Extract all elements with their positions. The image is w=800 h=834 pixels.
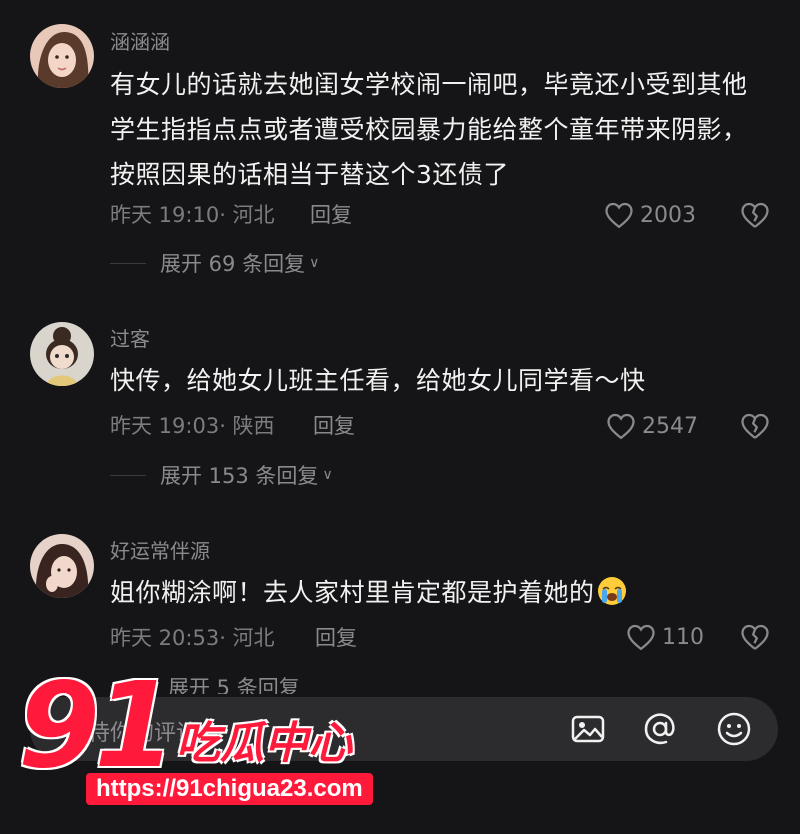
like-count: 2547 <box>642 413 698 439</box>
reply-button[interactable]: 回复 <box>315 625 357 651</box>
like-button[interactable]: 2003 <box>604 200 696 230</box>
broken-heart-icon[interactable] <box>740 622 770 652</box>
username[interactable]: 好运常伴源 <box>110 539 210 563</box>
comment-meta: 昨天 20:53· 河北 <box>110 625 275 651</box>
watermark-url: https://91chigua23.com <box>86 773 373 805</box>
divider <box>110 262 146 264</box>
avatar[interactable] <box>30 322 94 386</box>
avatar[interactable] <box>30 24 94 88</box>
comment-text-body: 姐你糊涂啊！去人家村里肯定都是护着她的 <box>110 578 595 607</box>
chevron-down-icon: ∨ <box>309 255 320 271</box>
broken-heart-icon[interactable] <box>740 411 770 441</box>
username[interactable]: 涵涵涵 <box>110 30 170 54</box>
comment-text: 有女儿的话就去她闺女学校闹一闹吧，毕竟还小受到其他学生指指点点或者遭受校园暴力能… <box>110 70 748 189</box>
broken-heart-icon[interactable] <box>740 200 770 230</box>
comment-time: 昨天 19:03 <box>110 414 220 438</box>
chevron-down-icon: ∨ <box>322 467 333 483</box>
divider <box>110 474 146 476</box>
comment-text: 快传，给她女儿班主任看，给她女儿同学看～快 <box>110 366 646 395</box>
comment-meta: 昨天 19:10· 河北 <box>110 202 275 228</box>
comment-time: 昨天 20:53 <box>110 626 220 650</box>
heart-outline-icon <box>605 202 633 229</box>
comment-time: 昨天 19:10 <box>110 203 220 227</box>
reply-button[interactable]: 回复 <box>310 202 352 228</box>
crying-face-emoji <box>597 577 626 605</box>
like-button[interactable]: 110 <box>626 622 704 652</box>
reply-button[interactable]: 回复 <box>313 413 355 439</box>
avatar[interactable] <box>30 534 94 598</box>
comment-meta: 昨天 19:03· 陕西 <box>110 413 275 439</box>
like-button[interactable]: 2547 <box>606 411 698 441</box>
comment-location: · 陕西 <box>219 414 275 438</box>
comment-location: · 河北 <box>219 626 275 650</box>
heart-outline-icon <box>627 624 655 651</box>
image-icon[interactable] <box>570 711 606 747</box>
expand-replies-label: 展开 69 条回复 <box>160 252 306 276</box>
watermark-name: 吃瓜中心 <box>176 718 352 769</box>
at-icon[interactable] <box>642 711 678 747</box>
like-count: 110 <box>662 624 704 650</box>
watermark: 91 吃瓜中心 https://91chigua23.com <box>18 665 438 825</box>
username[interactable]: 过客 <box>110 327 150 351</box>
comment-text: 姐你糊涂啊！去人家村里肯定都是护着她的 <box>110 570 770 615</box>
watermark-number: 91 <box>18 656 176 794</box>
smiley-icon[interactable] <box>716 711 752 747</box>
comment-location: · 河北 <box>219 203 275 227</box>
heart-outline-icon <box>607 413 635 440</box>
like-count: 2003 <box>640 202 696 228</box>
expand-replies[interactable]: 展开 69 条回复 ∨ <box>110 248 319 278</box>
expand-replies-label: 展开 153 条回复 <box>160 464 319 488</box>
expand-replies[interactable]: 展开 153 条回复 ∨ <box>110 460 333 490</box>
